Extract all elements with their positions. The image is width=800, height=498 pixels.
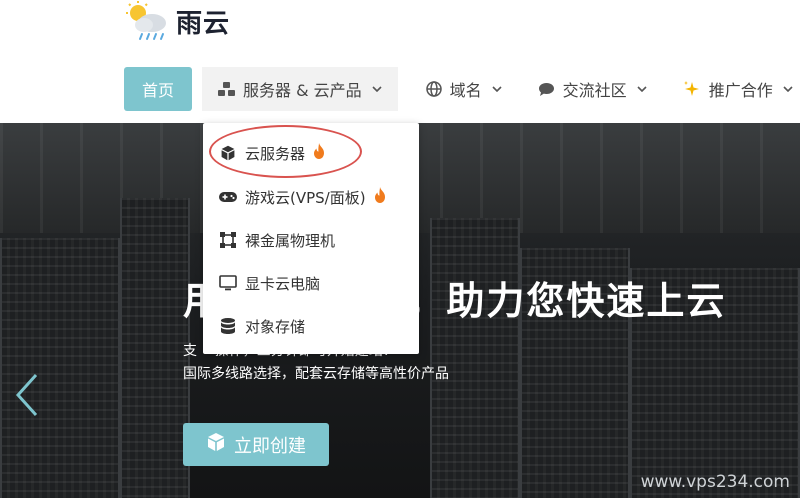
gamepad-icon [219, 191, 237, 203]
cubes-icon [218, 81, 235, 97]
server-rack-decoration [120, 198, 190, 498]
fire-icon [313, 143, 325, 163]
fire-icon [374, 187, 386, 207]
dropdown-item-label: 云服务器 [245, 144, 306, 163]
create-now-label: 立即创建 [234, 435, 306, 457]
database-icon [219, 318, 237, 334]
carousel-prev-icon[interactable] [14, 373, 40, 421]
dropdown-item-object-storage[interactable]: 对象存储 [219, 313, 305, 339]
dropdown-item-label: 游戏云(VPS/面板) [245, 188, 366, 207]
nav-community-label: 交流社区 [562, 81, 627, 100]
dropdown-item-label: 对象存储 [245, 317, 306, 336]
nav-domain-label: 域名 [449, 81, 482, 100]
chevron-down-icon [492, 86, 502, 92]
chevron-down-icon [637, 86, 647, 92]
hero-subtitle-line2: 国际多线路选择，配套云存储等高性价产品 [183, 366, 449, 382]
dropdown-item-label: 显卡云电脑 [245, 274, 321, 293]
watermark: www.vps234.com [640, 472, 790, 492]
nav-community[interactable]: 交流社区 [524, 67, 661, 111]
site-header: 雨云 首页 服务器 & 云产品 域名 交流社区 推广合作 [0, 0, 800, 123]
dropdown-item-gpu-desktop[interactable]: 显卡云电脑 [219, 270, 320, 296]
sparkles-icon [683, 80, 701, 98]
products-dropdown: 云服务器 游戏云(VPS/面板) 裸金属物理机 显卡云电脑 对象存储 [203, 123, 419, 354]
server-rack-decoration [430, 218, 520, 498]
main-nav: 首页 服务器 & 云产品 域名 交流社区 推广合作 [124, 67, 800, 111]
nav-partner-label: 推广合作 [708, 81, 773, 100]
globe-icon [425, 81, 442, 97]
dropdown-item-game-cloud[interactable]: 游戏云(VPS/面板) [219, 184, 386, 210]
dropdown-item-label: 裸金属物理机 [245, 231, 336, 250]
nav-products[interactable]: 服务器 & 云产品 [202, 67, 398, 111]
nav-partner[interactable]: 推广合作 [669, 67, 800, 111]
cube-icon [219, 145, 237, 161]
nav-products-label: 服务器 & 云产品 [243, 81, 362, 100]
nav-domain[interactable]: 域名 [412, 67, 516, 111]
dropdown-item-bare-metal[interactable]: 裸金属物理机 [219, 227, 335, 253]
nav-home[interactable]: 首页 [124, 67, 192, 111]
sun-cloud-rain-icon [126, 1, 166, 40]
chat-bubble-icon [538, 82, 555, 97]
create-now-button[interactable]: 立即创建 [183, 423, 329, 466]
cube-icon [206, 432, 226, 457]
monitor-icon [219, 275, 237, 291]
logo-text: 雨云 [176, 8, 231, 39]
logo[interactable]: 雨云 [124, 0, 230, 42]
server-rack-decoration [0, 238, 120, 498]
chevron-down-icon [372, 86, 382, 92]
dropdown-item-cloud-server[interactable]: 云服务器 [219, 140, 325, 166]
bare-metal-icon [219, 232, 237, 248]
chevron-down-icon [783, 86, 793, 92]
